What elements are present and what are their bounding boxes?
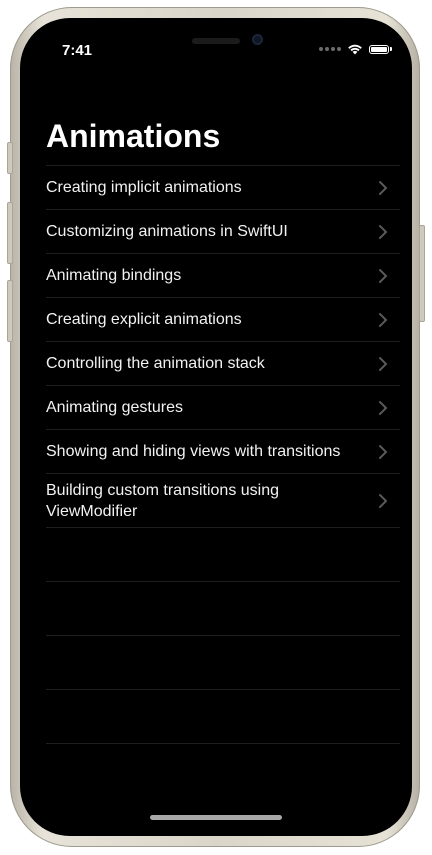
- list-item[interactable]: Showing and hiding views with transition…: [46, 429, 400, 473]
- page-title: Animations: [46, 118, 221, 154]
- empty-row-separator: [46, 689, 400, 743]
- status-icons: [319, 43, 392, 55]
- chevron-right-icon: [379, 444, 387, 459]
- chevron-right-icon: [379, 224, 387, 239]
- status-time: 7:41: [62, 42, 93, 59]
- list-item[interactable]: Creating explicit animations: [46, 297, 400, 341]
- empty-row-separator: [46, 743, 400, 797]
- list-item-label: Controlling the animation stack: [46, 355, 265, 372]
- list-item[interactable]: Animating bindings: [46, 253, 400, 297]
- list-item-label: Customizing animations in SwiftUI: [46, 223, 288, 240]
- list-item[interactable]: Controlling the animation stack: [46, 341, 400, 385]
- battery-icon: [369, 44, 389, 54]
- chevron-right-icon: [379, 312, 387, 327]
- empty-row-separator: [46, 527, 400, 581]
- chevron-right-icon: [379, 268, 387, 283]
- chevron-right-icon: [379, 400, 387, 415]
- list-item-label: Animating gestures: [46, 399, 183, 416]
- volume-down-button: [7, 280, 13, 342]
- speaker-grille: [192, 38, 240, 44]
- chevron-right-icon: [379, 493, 387, 508]
- chevron-right-icon: [379, 356, 387, 371]
- front-camera: [252, 34, 263, 45]
- list-item-label: Building custom transitions using ViewMo…: [46, 481, 280, 520]
- empty-row-separator: [46, 635, 400, 689]
- list-item-label: Creating explicit animations: [46, 311, 242, 328]
- empty-row-separator: [46, 581, 400, 635]
- list-item[interactable]: Building custom transitions using ViewMo…: [46, 473, 400, 527]
- list-item-label: Creating implicit animations: [46, 179, 242, 196]
- chevron-right-icon: [379, 180, 387, 195]
- power-button: [419, 225, 425, 322]
- cellular-signal-icon: [319, 47, 341, 51]
- home-indicator[interactable]: [150, 815, 282, 820]
- list-item-label: Animating bindings: [46, 267, 182, 284]
- list-item[interactable]: Animating gestures: [46, 385, 400, 429]
- screen: 7:41 Animations Creating implicit animat…: [20, 18, 412, 836]
- animations-list: Creating implicit animations Customizing…: [46, 165, 400, 797]
- volume-up-button: [7, 202, 13, 264]
- list-item[interactable]: Creating implicit animations: [46, 165, 400, 209]
- action-button: [7, 142, 13, 174]
- list-item-label: Showing and hiding views with transition…: [46, 443, 341, 460]
- list-item[interactable]: Customizing animations in SwiftUI: [46, 209, 400, 253]
- wifi-icon: [348, 44, 362, 55]
